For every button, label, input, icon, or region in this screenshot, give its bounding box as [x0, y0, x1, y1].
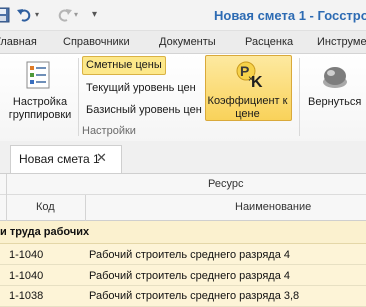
tab-pricing[interactable]: Расценка — [245, 36, 293, 48]
tab-tools[interactable]: Инструме — [317, 36, 366, 48]
cell-code: 1-1038 — [9, 290, 44, 302]
grid-group-header — [0, 174, 366, 195]
save-icon[interactable] — [0, 7, 12, 23]
window-title: Новая смета 1 - Госстрой — [214, 8, 366, 23]
price-option-current[interactable]: Текущий уровень цен — [86, 82, 196, 94]
tab-references[interactable]: Справочники — [63, 36, 130, 48]
cell-name: Рабочий строитель среднего разряда 3,8 — [89, 290, 300, 302]
close-icon[interactable]: ✕ — [96, 150, 107, 166]
redo-icon[interactable] — [55, 7, 73, 23]
redo-dropdown-icon[interactable]: ▾ — [74, 10, 78, 19]
tab-main[interactable]: Главная — [0, 36, 37, 48]
ribbon-separator — [299, 58, 300, 136]
tab-documents[interactable]: Документы — [159, 36, 216, 48]
document-tab-label: Новая смета 1 — [19, 152, 100, 166]
cell-code: 1-1040 — [9, 270, 44, 282]
cell-name: Рабочий строитель среднего разряда 4 — [89, 270, 290, 282]
grouping-settings-button[interactable]: Настройка группировки — [4, 96, 76, 122]
price-option-estimate[interactable]: Сметные цены — [86, 59, 162, 71]
customize-qat-icon[interactable]: ▾ — [92, 9, 97, 20]
return-button[interactable]: Вернуться — [308, 96, 366, 109]
cell-code: 1-1040 — [9, 249, 44, 261]
undo-dropdown-icon[interactable]: ▾ — [35, 10, 39, 19]
ribbon-group-label: Настройки — [82, 125, 136, 137]
cell-name: Рабочий строитель среднего разряда 4 — [89, 249, 290, 261]
resource-group-header: Ресурс — [208, 178, 244, 190]
coefficient-button-label: Коэффициент к цене — [207, 95, 288, 120]
ruble-coefficient-icon: Р K × — [236, 61, 263, 91]
column-header-name[interactable]: Наименование — [235, 201, 311, 213]
grouping-settings-icon[interactable] — [25, 60, 53, 90]
undo-icon[interactable] — [16, 7, 34, 23]
price-option-base[interactable]: Базисный уровень цен — [86, 104, 202, 116]
group-row-label: и труда рабочих — [0, 226, 90, 238]
ribbon-separator — [78, 58, 79, 136]
svg-text:×: × — [248, 74, 254, 85]
column-header-code[interactable]: Код — [36, 201, 55, 213]
return-icon[interactable] — [320, 62, 350, 92]
